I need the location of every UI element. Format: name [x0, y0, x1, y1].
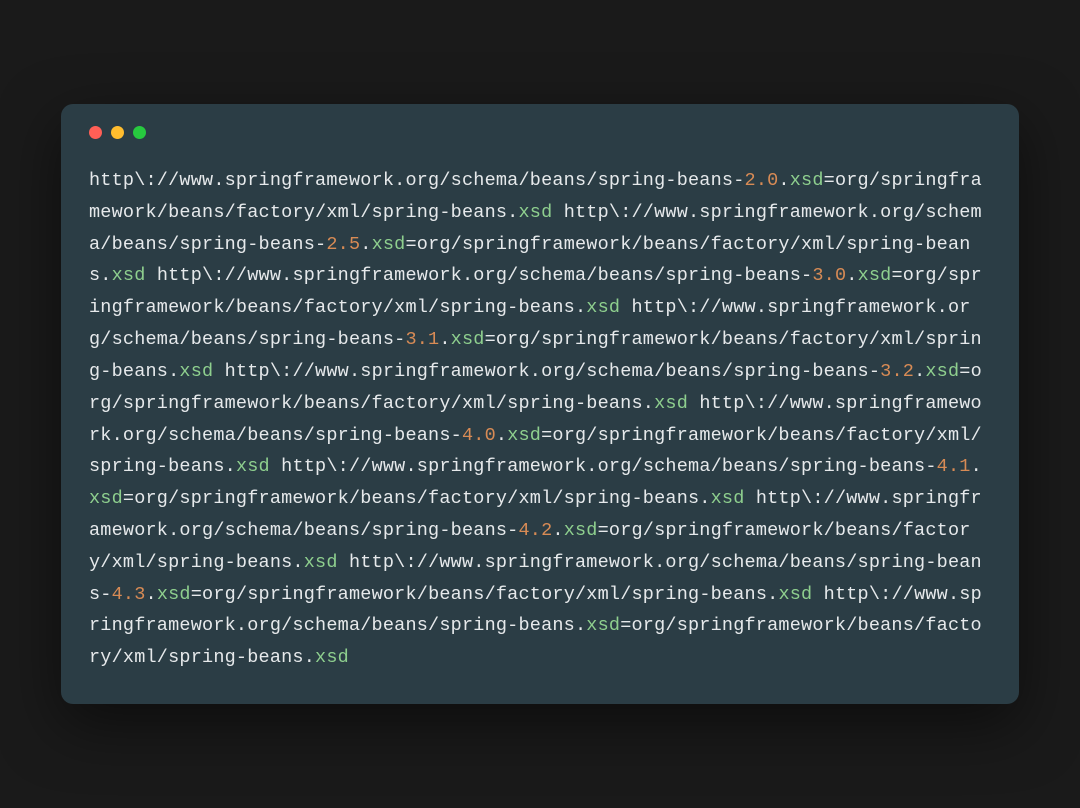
mapping-value: =org/springframework/beans/factory/xml/s… — [191, 584, 779, 605]
schema-url-prefix: http\://www.springframework.org/schema/b… — [89, 170, 745, 191]
xsd-ext: xsd — [586, 297, 620, 318]
xsd-ext: xsd — [157, 584, 191, 605]
schema-version: 2.0 — [745, 170, 779, 191]
schema-url-prefix: http\://www.springframework.org/schema/b… — [157, 265, 813, 286]
close-icon[interactable] — [89, 126, 102, 139]
maximize-icon[interactable] — [133, 126, 146, 139]
schema-version: 3.0 — [812, 265, 846, 286]
xsd-ext: xsd — [315, 647, 349, 668]
xsd-ext: xsd — [778, 584, 812, 605]
xsd-ext: xsd — [304, 552, 338, 573]
dot: . — [496, 425, 507, 446]
xsd-ext: xsd — [790, 170, 824, 191]
xsd-ext: xsd — [372, 234, 406, 255]
schema-url-prefix: http\://www.springframework.org/schema/b… — [225, 361, 881, 382]
mapping-value: =org/springframework/beans/factory/xml/s… — [123, 488, 711, 509]
xsd-ext: xsd — [451, 329, 485, 350]
dot: . — [146, 584, 157, 605]
xsd-ext: xsd — [89, 488, 123, 509]
xsd-ext: xsd — [654, 393, 688, 414]
schema-version: 4.2 — [518, 520, 552, 541]
schema-version: 2.5 — [326, 234, 360, 255]
xsd-ext: xsd — [586, 615, 620, 636]
xsd-ext: xsd — [564, 520, 598, 541]
schema-version: 4.3 — [112, 584, 146, 605]
code-block: http\://www.springframework.org/schema/b… — [89, 165, 991, 674]
xsd-ext: xsd — [179, 361, 213, 382]
xsd-ext: xsd — [925, 361, 959, 382]
schema-version: 3.2 — [880, 361, 914, 382]
xsd-ext: xsd — [112, 265, 146, 286]
schema-version: 4.0 — [462, 425, 496, 446]
dot: . — [846, 265, 857, 286]
xsd-ext: xsd — [711, 488, 745, 509]
schema-url-prefix: http\://www.springframework.org/schema/b… — [281, 456, 937, 477]
dot: . — [360, 234, 371, 255]
code-window: http\://www.springframework.org/schema/b… — [61, 104, 1019, 704]
xsd-ext: xsd — [236, 456, 270, 477]
dot: . — [778, 170, 789, 191]
dot: . — [439, 329, 450, 350]
xsd-ext: xsd — [518, 202, 552, 223]
xsd-ext: xsd — [507, 425, 541, 446]
dot: . — [552, 520, 563, 541]
minimize-icon[interactable] — [111, 126, 124, 139]
xsd-ext: xsd — [858, 265, 892, 286]
window-titlebar — [89, 126, 991, 139]
dot: . — [914, 361, 925, 382]
schema-version: 4.1 — [937, 456, 971, 477]
dot: . — [971, 456, 982, 477]
schema-version: 3.1 — [405, 329, 439, 350]
